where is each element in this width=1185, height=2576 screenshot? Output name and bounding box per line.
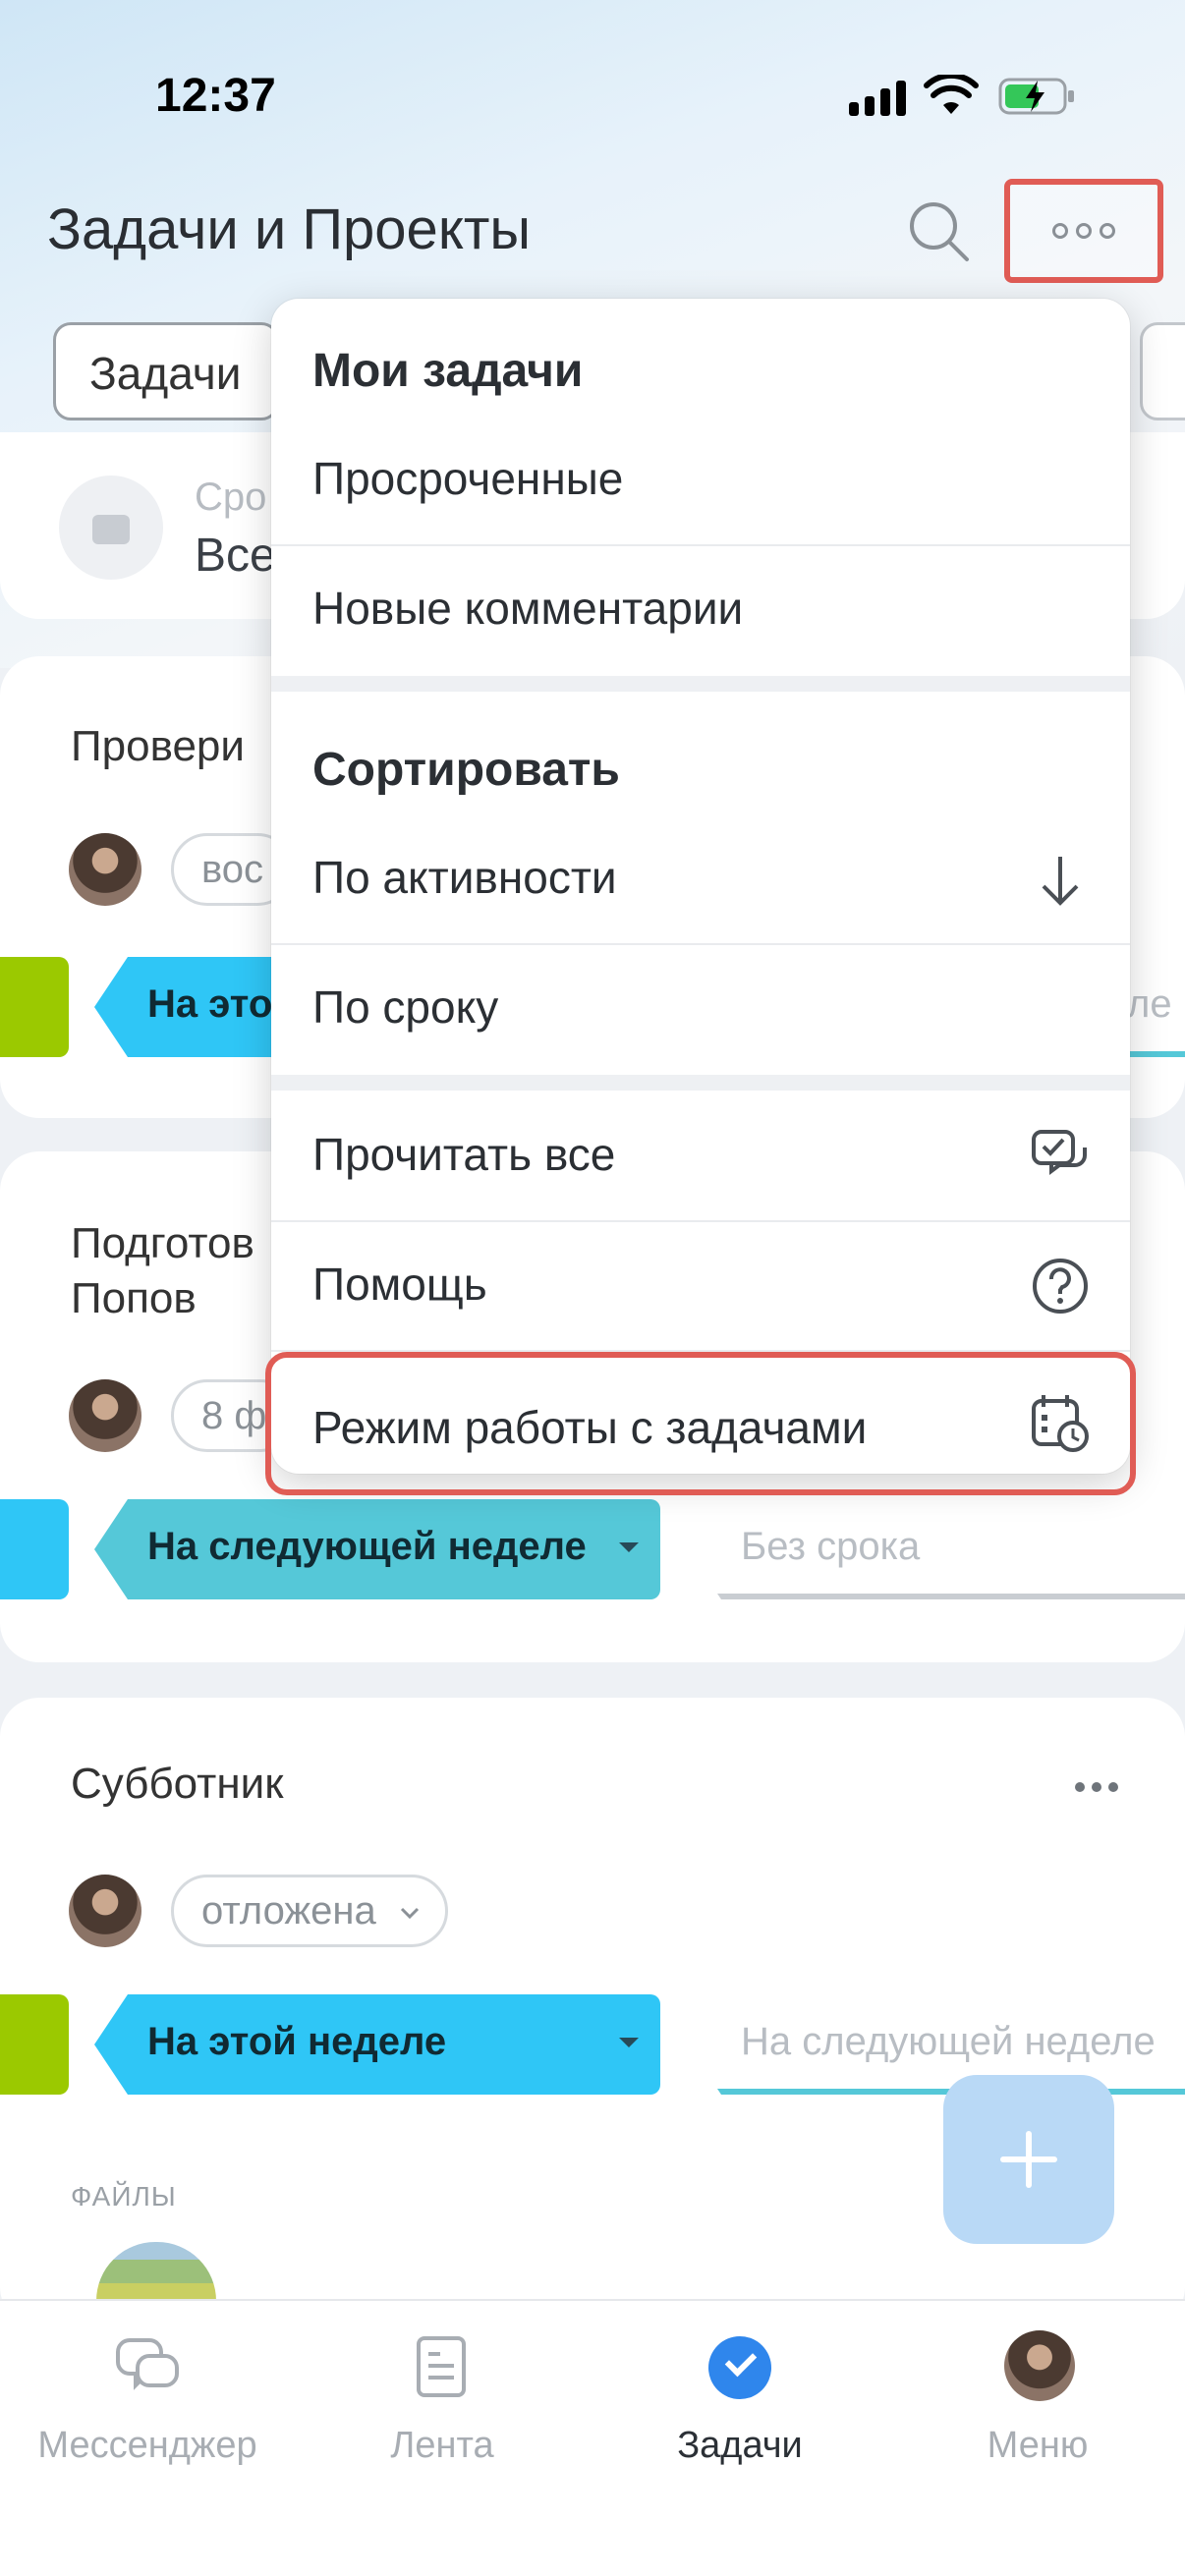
options-dropdown-menu: Мои задачи Просроченные Новые комментари… [271,299,1130,1474]
cellular-signal-icon [849,81,908,116]
menu-item-sort-deadline[interactable]: По сроку [271,945,1130,1073]
nav-messenger[interactable]: Мессенджер [0,2301,295,2497]
counter-value[interactable]: Все [195,529,276,583]
status-pill[interactable]: отложена [171,1875,448,1947]
menu-item-label: По сроку [312,981,499,1033]
nav-menu[interactable]: Меню [890,2301,1185,2497]
avatar [69,1379,141,1452]
files-label: ФАЙЛЫ [71,2181,177,2212]
menu-item-new-comments[interactable]: Новые комментарии [271,546,1130,674]
page-title: Задачи и Проекты [47,197,532,261]
chevron-down-icon [619,1542,639,1552]
menu-item-label: Помощь [312,1259,487,1310]
arrow-down-icon [1042,857,1079,906]
checkmark-icon [708,2336,771,2399]
next-stage-label: Без срока [741,1525,921,1568]
avatar [69,833,141,906]
next-stage-pill[interactable]: Без срока [688,1499,1185,1599]
next-stage-pill[interactable]: На следующей неделе [688,1994,1185,2095]
battery-charging-icon [998,78,1074,115]
chat-check-icon [1032,1130,1087,1175]
menu-item-label: Прочитать все [312,1129,616,1180]
task-title[interactable]: Провери [71,719,245,774]
menu-item-read-all[interactable]: Прочитать все [271,1092,1130,1220]
nav-label: Задачи [677,2425,803,2466]
add-task-button[interactable] [943,2075,1114,2244]
chevron-down-icon [400,1907,419,1920]
chat-bubbles-icon [116,2338,179,2390]
stage-indicator [0,1994,69,2095]
avatar [1004,2330,1075,2401]
menu-item-overdue[interactable]: Просроченные [271,417,1130,544]
stage-label: На этой неделе [147,2020,447,2063]
tab-tasks[interactable]: Задачи [53,322,279,420]
counter-label: Сро [195,476,267,519]
chevron-down-icon [619,2038,639,2047]
menu-section-my-tasks: Мои задачи [312,345,584,397]
nav-label: Лента [390,2425,494,2466]
status-label: отложена [201,1889,376,1932]
menu-divider [271,1350,1130,1352]
task-title[interactable]: Подготов Попов [71,1216,254,1326]
nav-label: Мессенджер [37,2425,257,2466]
card-more-icon[interactable] [1075,1782,1118,1792]
search-icon[interactable] [904,196,973,265]
task-title[interactable]: Субботник [71,1757,283,1812]
stage-pill[interactable]: На этой неделе [94,1994,660,2095]
wifi-icon [924,75,979,114]
calendar-clock-icon [1032,1395,1089,1452]
feed-document-icon [417,2336,466,2397]
task-title-line: Подготов [71,1219,254,1267]
more-dots-icon [1052,223,1115,239]
menu-item-label: По активности [312,852,617,903]
stage-indicator [0,957,69,1057]
nav-tasks[interactable]: Задачи [592,2301,887,2497]
menu-item-work-mode[interactable]: Режим работы с задачами [271,1368,1130,1495]
menu-group-divider [271,676,1130,692]
next-stage-label: На следующей неделе [741,2020,1156,2063]
avatar [69,1875,141,1947]
nav-feed[interactable]: Лента [295,2301,590,2497]
stage-pill[interactable]: На следующей неделе [94,1499,660,1599]
stage-label: На следующей неделе [147,1525,587,1568]
menu-item-sort-activity[interactable]: По активности [271,815,1130,943]
tab-next[interactable] [1140,322,1185,420]
status-bar: 12:37 [0,0,1185,157]
menu-item-label: Просроченные [312,453,624,504]
stack-icon [59,476,163,580]
status-time: 12:37 [155,70,276,122]
menu-item-label: Новые комментарии [312,583,744,634]
nav-label: Меню [987,2425,1089,2466]
task-title-line: Попов [71,1274,197,1322]
menu-section-sort: Сортировать [312,744,620,796]
menu-item-label: Режим работы с задачами [312,1402,868,1453]
stage-indicator [0,1499,69,1599]
menu-item-help[interactable]: Помощь [271,1222,1130,1350]
more-options-button[interactable] [1004,179,1163,283]
bottom-navigation: Мессенджер Лента Задачи Меню [0,2299,1185,2576]
menu-group-divider [271,1075,1130,1091]
question-circle-icon [1033,1259,1088,1314]
